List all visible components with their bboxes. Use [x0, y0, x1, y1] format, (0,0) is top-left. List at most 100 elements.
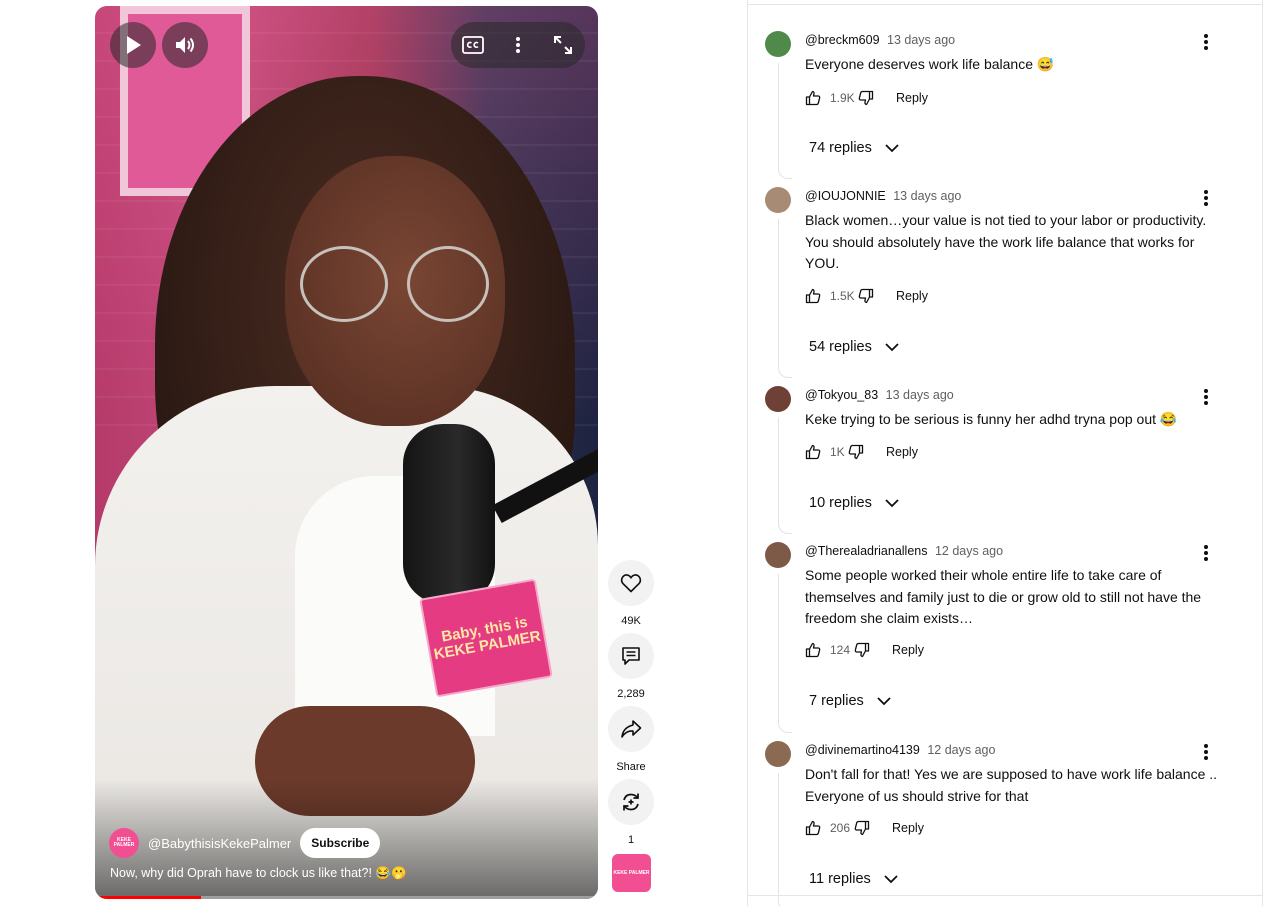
comment-header: @Tokyou_83 13 days ago — [805, 388, 954, 402]
captions-icon — [462, 36, 484, 54]
comment-like-count: 1K — [830, 445, 845, 459]
replies-count: 11 replies — [809, 871, 871, 887]
comment-text: Black women…your value is not tied to yo… — [805, 212, 1207, 271]
like-count: 49K — [621, 615, 641, 627]
channel-name[interactable]: @BabythisisKekePalmer — [148, 836, 291, 851]
reply-button[interactable]: Reply — [886, 445, 918, 459]
comment-author[interactable]: @Tokyou_83 — [805, 388, 878, 402]
thumbs-up-icon[interactable] — [805, 444, 821, 460]
chevron-down-icon — [877, 697, 891, 706]
reply-button[interactable]: Reply — [896, 289, 928, 303]
thumbs-up-icon[interactable] — [805, 642, 821, 658]
panel-divider — [748, 895, 1262, 896]
video-title[interactable]: Now, why did Oprah have to clock us like… — [110, 866, 407, 881]
comment-actions: 1.9K Reply — [805, 87, 928, 109]
thread-line — [778, 574, 792, 733]
comment-icon — [622, 647, 640, 665]
comment-avatar[interactable] — [765, 741, 791, 767]
microphone-flag: Baby, this is KEKE PALMER — [419, 578, 553, 698]
reply-button[interactable]: Reply — [896, 91, 928, 105]
thumbs-down-icon[interactable] — [854, 820, 870, 836]
comment-header: @breckm609 13 days ago — [805, 33, 955, 47]
video-progress-fill — [95, 896, 201, 899]
comment-author[interactable]: @Therealadrianallens — [805, 544, 927, 558]
comment-header: @IOUJONNIE 13 days ago — [805, 189, 961, 203]
thumbs-up-icon[interactable] — [805, 90, 821, 106]
replies-count: 10 replies — [809, 495, 872, 511]
view-replies-button[interactable]: 54 replies — [809, 336, 900, 358]
comment-menu-button[interactable] — [1195, 741, 1217, 763]
comment-text: Keke trying to be serious is funny her a… — [805, 411, 1178, 427]
comment-like-count: 206 — [830, 821, 851, 835]
comment-avatar[interactable] — [765, 386, 791, 412]
comment-author[interactable]: @IOUJONNIE — [805, 189, 886, 203]
more-vertical-icon — [1204, 545, 1208, 561]
comments-panel[interactable]: @breckm609 13 days ago Everyone deserves… — [747, 0, 1263, 906]
fullscreen-button[interactable] — [541, 22, 585, 68]
comment-like-count: 1.9K — [830, 91, 855, 105]
channel-avatar[interactable]: KEKE PALMER — [109, 828, 139, 858]
comment-text: Don't fall for that! Yes we are supposed… — [805, 766, 1218, 804]
thread-line — [778, 418, 792, 534]
comment-author[interactable]: @breckm609 — [805, 33, 880, 47]
replies-count: 7 replies — [809, 693, 864, 709]
heart-icon — [620, 574, 642, 593]
thumbs-up-icon[interactable] — [805, 820, 821, 836]
view-replies-button[interactable]: 10 replies — [809, 492, 900, 514]
view-replies-button[interactable]: 74 replies — [809, 137, 900, 159]
share-button[interactable] — [608, 706, 654, 752]
microphone — [403, 424, 495, 604]
thumbs-up-icon[interactable] — [805, 288, 821, 304]
comments-button[interactable] — [608, 633, 654, 679]
comment-time[interactable]: 13 days ago — [893, 189, 961, 203]
thumbs-down-icon[interactable] — [848, 444, 864, 460]
comment-author[interactable]: @divinemartino4139 — [805, 743, 920, 757]
comment-like-count: 1.5K — [830, 289, 855, 303]
thumbs-down-icon[interactable] — [858, 288, 874, 304]
replies-count: 74 replies — [809, 140, 872, 156]
like-button[interactable] — [608, 560, 654, 606]
captions-button[interactable] — [451, 22, 495, 68]
remix-button[interactable] — [608, 779, 654, 825]
comment-header: @divinemartino4139 12 days ago — [805, 743, 995, 757]
comment-menu-button[interactable] — [1195, 31, 1217, 53]
comment-menu-button[interactable] — [1195, 386, 1217, 408]
shorts-video-player[interactable]: Baby, this is KEKE PALMER KEKE PALMER @B… — [95, 6, 598, 899]
comment-menu-button[interactable] — [1195, 187, 1217, 209]
thumbs-down-icon[interactable] — [858, 90, 874, 106]
chevron-down-icon — [884, 875, 898, 884]
thread-line — [778, 219, 792, 378]
more-options-button[interactable] — [496, 22, 540, 68]
thread-line — [778, 773, 792, 906]
view-replies-button[interactable]: 11 replies — [809, 868, 899, 890]
comment-menu-button[interactable] — [1195, 542, 1217, 564]
comment-avatar[interactable] — [765, 31, 791, 57]
view-replies-button[interactable]: 7 replies — [809, 690, 892, 712]
comment-time[interactable]: 13 days ago — [886, 388, 954, 402]
replies-count: 54 replies — [809, 339, 872, 355]
subscribe-button[interactable]: Subscribe — [300, 828, 381, 858]
more-vertical-icon — [1204, 389, 1208, 405]
comment-avatar[interactable] — [765, 542, 791, 568]
reply-button[interactable]: Reply — [892, 821, 924, 835]
video-progress-bar[interactable] — [95, 896, 598, 899]
comment-avatar[interactable] — [765, 187, 791, 213]
comment-actions: 124 Reply — [805, 639, 924, 661]
video-subject-glasses — [300, 246, 388, 322]
comment-time[interactable]: 12 days ago — [927, 743, 995, 757]
volume-button[interactable] — [162, 22, 208, 68]
sound-thumbnail[interactable]: KEKE PALMER — [612, 854, 651, 892]
play-button[interactable] — [110, 22, 156, 68]
thumbs-down-icon[interactable] — [854, 642, 870, 658]
chevron-down-icon — [885, 343, 899, 352]
chevron-down-icon — [885, 499, 899, 508]
comment-time[interactable]: 12 days ago — [935, 544, 1003, 558]
player-controls-group — [451, 22, 585, 68]
comment-time[interactable]: 13 days ago — [887, 33, 955, 47]
video-subject-glasses — [407, 246, 489, 322]
share-icon — [621, 720, 642, 738]
comment-count: 2,289 — [617, 688, 645, 700]
reply-button[interactable]: Reply — [892, 643, 924, 657]
comments-action: 2,289 — [608, 633, 654, 700]
remix-action: 1 — [608, 779, 654, 846]
